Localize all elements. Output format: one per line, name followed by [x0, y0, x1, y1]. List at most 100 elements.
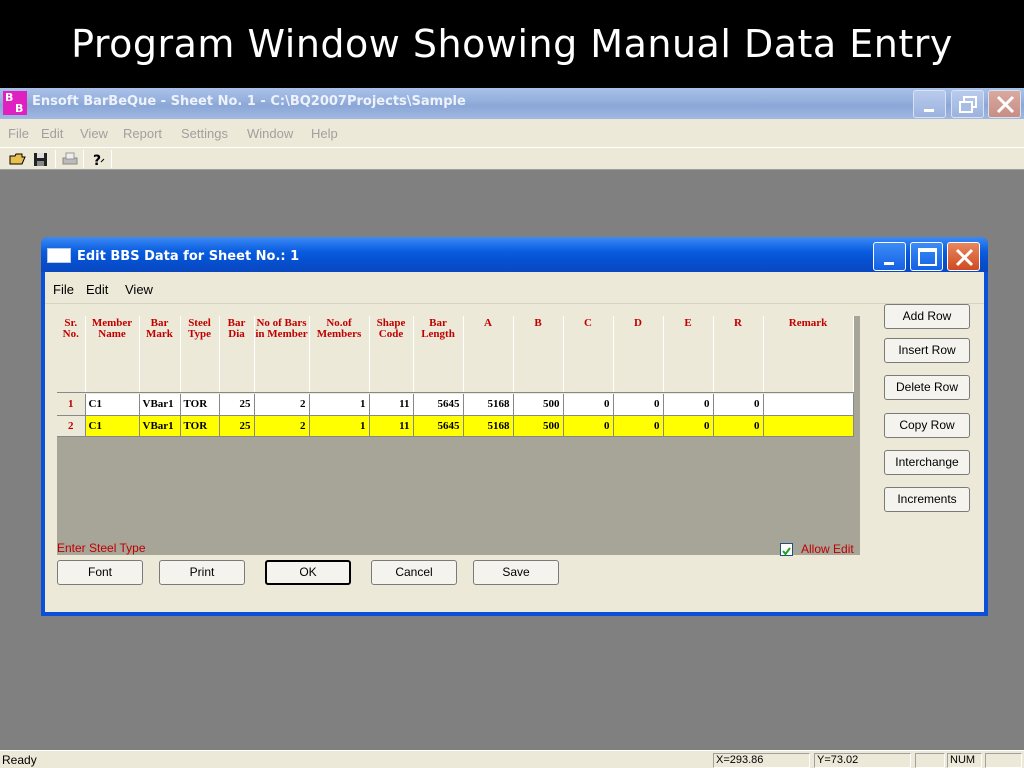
- table-cell[interactable]: 5168: [463, 415, 514, 437]
- table-cell[interactable]: C1: [85, 394, 140, 416]
- table-cell[interactable]: 1: [309, 394, 370, 416]
- table-cell[interactable]: [763, 415, 854, 437]
- allow-edit-checkbox[interactable]: [780, 543, 793, 556]
- table-cell[interactable]: VBar1: [139, 394, 181, 416]
- copy-row-button[interactable]: Copy Row: [884, 413, 970, 438]
- restore-icon: [959, 96, 977, 113]
- col-header[interactable]: Bar Length: [413, 316, 464, 393]
- col-header[interactable]: E: [663, 316, 714, 393]
- table-cell[interactable]: 25: [219, 394, 255, 416]
- col-header[interactable]: R: [713, 316, 764, 393]
- col-header[interactable]: Bar Dia: [219, 316, 255, 393]
- table-row-selected[interactable]: 2 C1 VBar1 TOR 25 2 1 11 5645 5168 500 0: [57, 415, 854, 437]
- increments-button[interactable]: Increments: [884, 487, 970, 512]
- allow-edit-label[interactable]: Allow Edit: [801, 542, 854, 556]
- print-icon[interactable]: [60, 150, 80, 168]
- menu-edit[interactable]: Edit: [41, 126, 63, 141]
- delete-row-button[interactable]: Delete Row: [884, 375, 970, 400]
- table-cell[interactable]: TOR: [180, 394, 220, 416]
- print-button[interactable]: Print: [159, 560, 245, 585]
- svg-text:?: ?: [93, 153, 101, 168]
- add-row-button[interactable]: Add Row: [884, 304, 970, 329]
- table-cell[interactable]: 0: [713, 415, 764, 437]
- table-cell[interactable]: 0: [663, 415, 714, 437]
- dialog-menu-edit[interactable]: Edit: [86, 282, 108, 297]
- ok-button[interactable]: OK: [265, 560, 351, 585]
- col-header[interactable]: No of Bars in Member: [254, 316, 310, 393]
- dialog-titlebar[interactable]: Edit BBS Data for Sheet No.: 1: [41, 237, 988, 272]
- dialog-menu-view[interactable]: View: [125, 282, 153, 297]
- restore-button[interactable]: [951, 90, 984, 118]
- table-cell[interactable]: 0: [713, 394, 764, 416]
- row-number[interactable]: 1: [57, 394, 86, 416]
- save-button[interactable]: Save: [473, 560, 559, 585]
- col-header[interactable]: Steel Type: [180, 316, 220, 393]
- table-cell[interactable]: 2: [254, 394, 310, 416]
- menu-view[interactable]: View: [80, 126, 108, 141]
- table-cell[interactable]: TOR: [180, 415, 220, 437]
- row-number[interactable]: 2: [57, 415, 86, 437]
- cancel-button[interactable]: Cancel: [371, 560, 457, 585]
- col-header[interactable]: A: [463, 316, 514, 393]
- table-cell[interactable]: 1: [309, 415, 370, 437]
- table-cell[interactable]: 5645: [413, 394, 464, 416]
- table-cell[interactable]: [763, 394, 854, 416]
- col-header[interactable]: No.of Members: [309, 316, 370, 393]
- interchange-button[interactable]: Interchange: [884, 450, 970, 475]
- table-cell[interactable]: VBar1: [139, 415, 181, 437]
- table-cell[interactable]: 5645: [413, 415, 464, 437]
- menu-settings[interactable]: Settings: [181, 126, 228, 141]
- col-header[interactable]: B: [513, 316, 564, 393]
- menu-help[interactable]: Help: [311, 126, 338, 141]
- table-cell[interactable]: 11: [369, 394, 414, 416]
- status-pane-empty: [915, 753, 945, 768]
- minimize-button[interactable]: [913, 90, 946, 118]
- menu-file[interactable]: File: [8, 126, 29, 141]
- toolbar: ?: [0, 147, 1024, 170]
- table-cell[interactable]: 500: [513, 415, 564, 437]
- col-header[interactable]: Sr. No.: [57, 316, 86, 393]
- table-row[interactable]: 1 C1 VBar1 TOR 25 2 1 11 5645 5168 500 0: [57, 394, 854, 416]
- help-icon[interactable]: ?: [89, 150, 109, 169]
- col-header[interactable]: C: [563, 316, 614, 393]
- dialog-close-button[interactable]: [947, 242, 980, 271]
- menu-window[interactable]: Window: [247, 126, 293, 141]
- col-header[interactable]: Member Name: [85, 316, 140, 393]
- checkmark-icon: [782, 547, 791, 556]
- dialog-maximize-button[interactable]: [910, 242, 943, 271]
- insert-row-button[interactable]: Insert Row: [884, 338, 970, 363]
- save-icon[interactable]: [31, 150, 51, 168]
- col-header[interactable]: Shape Code: [369, 316, 414, 393]
- app-titlebar[interactable]: B B Ensoft BarBeQue - Sheet No. 1 - C:\B…: [0, 88, 1024, 119]
- table-cell[interactable]: 0: [563, 415, 614, 437]
- col-header[interactable]: Bar Mark: [139, 316, 181, 393]
- table-cell[interactable]: 500: [513, 394, 564, 416]
- font-button[interactable]: Font: [57, 560, 143, 585]
- table-cell[interactable]: 0: [613, 394, 664, 416]
- table-cell[interactable]: 0: [663, 394, 714, 416]
- table-cell[interactable]: C1: [85, 415, 140, 437]
- table-cell[interactable]: 0: [613, 415, 664, 437]
- dialog-body: File Edit View Sr. No. Member Name Bar M…: [45, 272, 984, 612]
- close-icon: [955, 248, 974, 267]
- bbs-data-grid[interactable]: Sr. No. Member Name Bar Mark Steel Type …: [57, 316, 860, 555]
- table-header-row: Sr. No. Member Name Bar Mark Steel Type …: [57, 316, 854, 393]
- menu-report[interactable]: Report: [123, 126, 162, 141]
- status-y-coord: Y=73.02: [814, 753, 911, 768]
- table-cell[interactable]: 5168: [463, 394, 514, 416]
- col-header[interactable]: Remark: [763, 316, 854, 393]
- dialog-minimize-button[interactable]: [873, 242, 906, 271]
- table-cell[interactable]: 11: [369, 415, 414, 437]
- close-button[interactable]: [988, 90, 1021, 118]
- open-icon[interactable]: [8, 150, 28, 168]
- dialog-title: Edit BBS Data for Sheet No.: 1: [77, 249, 300, 264]
- table-cell[interactable]: 2: [254, 415, 310, 437]
- col-header[interactable]: D: [613, 316, 664, 393]
- table-cell[interactable]: 0: [563, 394, 614, 416]
- minimize-icon: [884, 262, 894, 265]
- statusbar: Ready X=293.86 Y=73.02 NUM: [0, 750, 1024, 768]
- dialog-menu-file[interactable]: File: [53, 282, 74, 297]
- status-text: Ready: [2, 753, 37, 767]
- table-cell[interactable]: 25: [219, 415, 255, 437]
- close-icon: [996, 95, 1015, 114]
